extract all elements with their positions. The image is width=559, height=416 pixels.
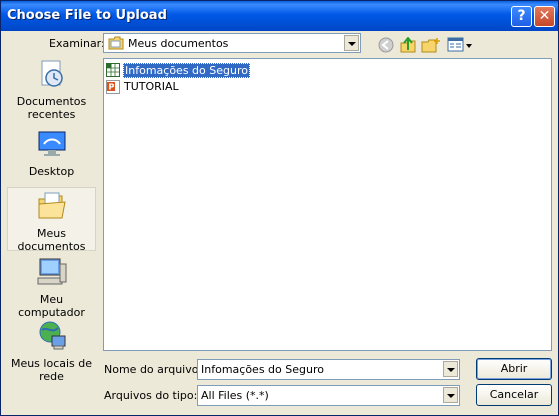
filename-input[interactable]: Infomações do Seguro (197, 359, 460, 380)
my-computer-icon (37, 258, 66, 285)
places-bar: Documentos recentes Desktop Meus documen… (7, 58, 96, 413)
place-my-computer[interactable]: Meu computador (7, 256, 96, 319)
file-list[interactable]: Infomações do Seguro P TUTORIAL (103, 58, 552, 351)
close-button[interactable]: ✕ (534, 6, 555, 27)
back-arrow-icon[interactable] (377, 37, 397, 53)
filetype-select[interactable]: All Files (*.*) (197, 385, 460, 406)
place-my-documents[interactable]: Meus documentos (7, 187, 96, 253)
chevron-down-icon[interactable] (443, 387, 458, 403)
file-name: TUTORIAL (124, 80, 179, 93)
folder-icon (108, 36, 124, 50)
open-button[interactable]: Abrir (476, 358, 552, 380)
filename-value: Infomações do Seguro (201, 363, 324, 376)
filename-label: Nome do arquivo: (104, 363, 203, 376)
filetype-label: Arquivos do tipo: (104, 389, 198, 402)
place-label: Desktop (28, 165, 75, 178)
place-network-places[interactable]: Meus locais de rede (7, 320, 96, 386)
view-menu-icon[interactable] (447, 37, 473, 53)
presentation-file-icon: P (106, 80, 120, 94)
network-places-icon (39, 321, 65, 350)
new-folder-icon[interactable] (421, 37, 441, 53)
svg-text:P: P (109, 83, 115, 92)
chevron-down-icon[interactable] (443, 361, 458, 377)
place-label: Documentos recentes (16, 95, 87, 121)
spreadsheet-file-icon (106, 63, 120, 77)
title-bar[interactable]: Choose File to Upload ? ✕ (1, 1, 558, 31)
window-title: Choose File to Upload (7, 8, 167, 23)
chevron-down-icon[interactable] (344, 35, 359, 51)
lookin-value: Meus documentos (128, 37, 229, 50)
place-label: Meus locais de rede (10, 357, 93, 383)
lookin-label: Examinar: (49, 37, 105, 50)
place-label: Meus documentos (17, 227, 86, 253)
place-label: Meu computador (18, 293, 85, 319)
recent-documents-icon (41, 60, 63, 87)
file-name: Infomações do Seguro (123, 63, 250, 78)
place-desktop[interactable]: Desktop (7, 128, 96, 178)
desktop-icon (38, 131, 65, 156)
help-button[interactable]: ? (511, 6, 532, 27)
place-recent-documents[interactable]: Documentos recentes (7, 58, 96, 126)
up-folder-icon[interactable] (399, 37, 419, 53)
file-upload-dialog: Choose File to Upload ? ✕ Examinar: Meus… (0, 0, 559, 416)
lookin-dropdown[interactable]: Meus documentos (103, 33, 361, 53)
cancel-button[interactable]: Cancelar (476, 384, 552, 406)
my-documents-icon (38, 192, 66, 219)
filetype-value: All Files (*.*) (201, 389, 269, 402)
